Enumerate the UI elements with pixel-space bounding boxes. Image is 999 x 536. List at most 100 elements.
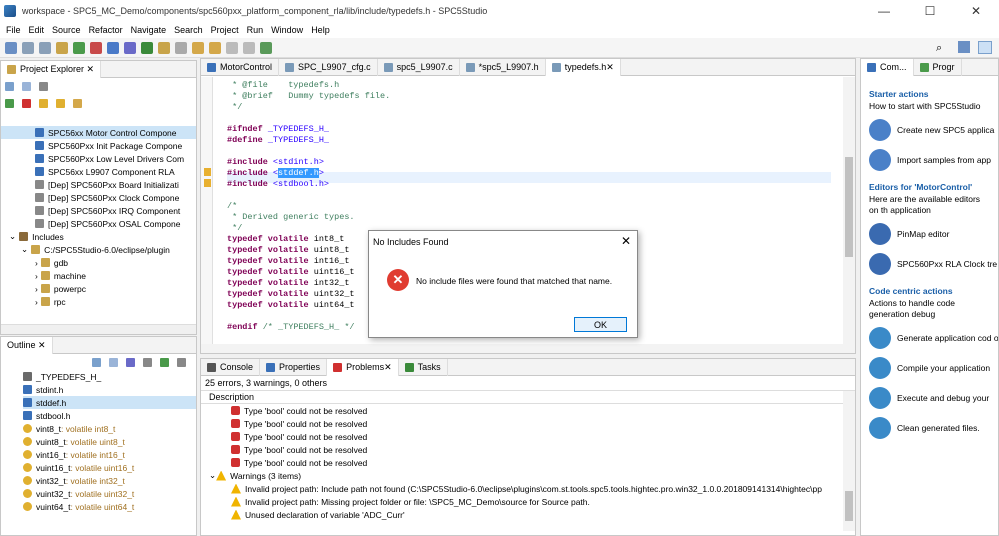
tree-item[interactable]: [Dep] SPC560Pxx IRQ Component: [1, 204, 196, 217]
tree-item[interactable]: ⌄ Includes: [1, 230, 196, 243]
tab-editor-file[interactable]: SPC_L9907_cfg.c: [279, 58, 378, 76]
menu-search[interactable]: Search: [174, 25, 203, 35]
menu-source[interactable]: Source: [52, 25, 81, 35]
action-item[interactable]: SPC560Pxx RLA Clock tre: [869, 252, 997, 276]
remove-icon[interactable]: [22, 98, 31, 108]
ok-button[interactable]: OK: [574, 317, 627, 332]
refresh-icon[interactable]: [73, 98, 82, 108]
problems-vscroll[interactable]: [843, 391, 855, 531]
outline-item[interactable]: vuint16_t : volatile uint16_t: [23, 461, 196, 474]
forward-icon[interactable]: [209, 41, 221, 54]
editor-hscroll[interactable]: [201, 344, 855, 353]
action-item[interactable]: Generate application cod overwriting all…: [869, 326, 998, 350]
tab-problems[interactable]: Problems ✕: [327, 358, 399, 376]
move-up-icon[interactable]: [39, 98, 48, 108]
tab-editor-file[interactable]: typedefs.h ✕: [545, 58, 621, 76]
explorer-scrollbar[interactable]: [1, 324, 196, 334]
move-down-icon[interactable]: [56, 98, 65, 108]
problem-row[interactable]: Type 'bool' could not be resolved: [201, 443, 855, 456]
perspective-icon[interactable]: [260, 41, 272, 54]
generate-icon[interactable]: [107, 41, 119, 54]
problem-row[interactable]: Unused declaration of variable 'ADC_Curr…: [201, 508, 841, 521]
outline-item[interactable]: stdint.h: [23, 383, 196, 396]
outline-menu-icon[interactable]: [177, 357, 186, 367]
problem-row[interactable]: Type 'bool' could not be resolved: [201, 404, 855, 417]
collapse-icon[interactable]: [92, 357, 101, 367]
problem-row[interactable]: Type 'bool' could not be resolved: [201, 430, 855, 443]
tree-item[interactable]: › rpc: [1, 295, 196, 308]
outline-item[interactable]: _TYPEDEFS_H_: [23, 370, 196, 383]
run-icon[interactable]: [141, 41, 153, 54]
tab-outline[interactable]: Outline ✕: [1, 336, 53, 354]
tree-item[interactable]: SPC56xx Motor Control Compone: [1, 126, 196, 139]
component-icon[interactable]: [124, 41, 136, 54]
editor-vscroll[interactable]: [843, 77, 855, 347]
tree-item[interactable]: SPC56xx L9907 Component RLA: [1, 165, 196, 178]
tab-right[interactable]: Progr: [914, 59, 962, 76]
problem-row[interactable]: Type 'bool' could not be resolved: [201, 456, 855, 469]
tab-right[interactable]: Com...: [861, 59, 914, 76]
menu-file[interactable]: File: [6, 25, 21, 35]
maximize-button[interactable]: ☐: [907, 0, 953, 22]
menu-navigate[interactable]: Navigate: [131, 25, 167, 35]
open-perspective-icon[interactable]: [958, 41, 970, 53]
tree-item[interactable]: › gdb: [1, 256, 196, 269]
expand-arrow-icon[interactable]: ⌄: [21, 244, 28, 255]
action-item[interactable]: PinMap editor: [869, 222, 990, 246]
collapse-arrow-icon[interactable]: ›: [35, 297, 38, 307]
menu-project[interactable]: Project: [211, 25, 239, 35]
close-tab-icon[interactable]: ✕: [606, 62, 614, 73]
action-item[interactable]: Import samples from app: [869, 148, 991, 172]
close-window-button[interactable]: ✕: [953, 0, 999, 22]
menu-help[interactable]: Help: [311, 25, 330, 35]
tools-icon[interactable]: [158, 41, 170, 54]
tree-item[interactable]: ⌄ C:/SPC5Studio-6.0/eclipse/plugin: [1, 243, 196, 256]
outline-item[interactable]: vint32_t : volatile int32_t: [23, 474, 196, 487]
tree-item[interactable]: SPC560Pxx Low Level Drivers Com: [1, 152, 196, 165]
menu-run[interactable]: Run: [247, 25, 264, 35]
back-icon[interactable]: [192, 41, 204, 54]
tree-item[interactable]: › powerpc: [1, 282, 196, 295]
tab-editor-file[interactable]: spc5_L9907.c: [378, 58, 460, 76]
dialog-close-icon[interactable]: ✕: [621, 234, 631, 248]
action-item[interactable]: Execute and debug your: [869, 386, 990, 410]
column-header-description[interactable]: Description: [201, 390, 855, 404]
hide-fields-icon[interactable]: [126, 357, 135, 367]
minimize-button[interactable]: —: [861, 0, 907, 22]
hide-static-icon[interactable]: [143, 357, 152, 367]
collapse-all-icon[interactable]: [5, 81, 14, 91]
build-icon[interactable]: [56, 41, 68, 54]
outline-item[interactable]: stdbool.h: [23, 409, 196, 422]
tree-item[interactable]: [Dep] SPC560Pxx Board Initializati: [1, 178, 196, 191]
tab-project-explorer[interactable]: Project Explorer ✕: [1, 60, 102, 78]
problems-scroll-thumb[interactable]: [845, 491, 853, 521]
search-toolbar-icon[interactable]: [175, 41, 187, 54]
add-icon[interactable]: [5, 98, 14, 108]
collapse-arrow-icon[interactable]: ›: [35, 258, 38, 268]
menu-edit[interactable]: Edit: [29, 25, 45, 35]
problem-row[interactable]: Invalid project path: Include path not f…: [201, 482, 841, 495]
save-all-icon[interactable]: [39, 41, 51, 54]
outline-item[interactable]: vuint64_t : volatile uint64_t: [23, 500, 196, 513]
code-area[interactable]: * @file typedefs.h * @brief Dummy typede…: [227, 80, 390, 333]
stop-icon[interactable]: [90, 41, 102, 54]
outline-item[interactable]: vint8_t : volatile int8_t: [23, 422, 196, 435]
expand-arrow-icon[interactable]: ⌄: [209, 470, 216, 481]
close-tab-icon[interactable]: ✕: [384, 362, 392, 373]
expand-arrow-icon[interactable]: ⌄: [9, 231, 16, 242]
outline-item[interactable]: vuint32_t : volatile uint32_t: [23, 487, 196, 500]
tree-item[interactable]: [Dep] SPC560Pxx Clock Compone: [1, 191, 196, 204]
problem-row[interactable]: Invalid project path: Missing project fo…: [201, 495, 841, 508]
menu-refactor[interactable]: Refactor: [89, 25, 123, 35]
nav-forward-icon[interactable]: [243, 41, 255, 54]
debug-icon[interactable]: [73, 41, 85, 54]
tab-editor-file[interactable]: *spc5_L9907.h: [460, 58, 546, 76]
collapse-arrow-icon[interactable]: ›: [35, 271, 38, 281]
action-item[interactable]: Compile your application: [869, 356, 990, 380]
problem-row[interactable]: Type 'bool' could not be resolved: [201, 417, 855, 430]
collapse-arrow-icon[interactable]: ›: [35, 284, 38, 294]
fold-icon[interactable]: [215, 194, 220, 199]
sort-icon[interactable]: [109, 357, 118, 367]
spc5-perspective-icon[interactable]: [978, 41, 992, 54]
nav-back-icon[interactable]: [226, 41, 238, 54]
